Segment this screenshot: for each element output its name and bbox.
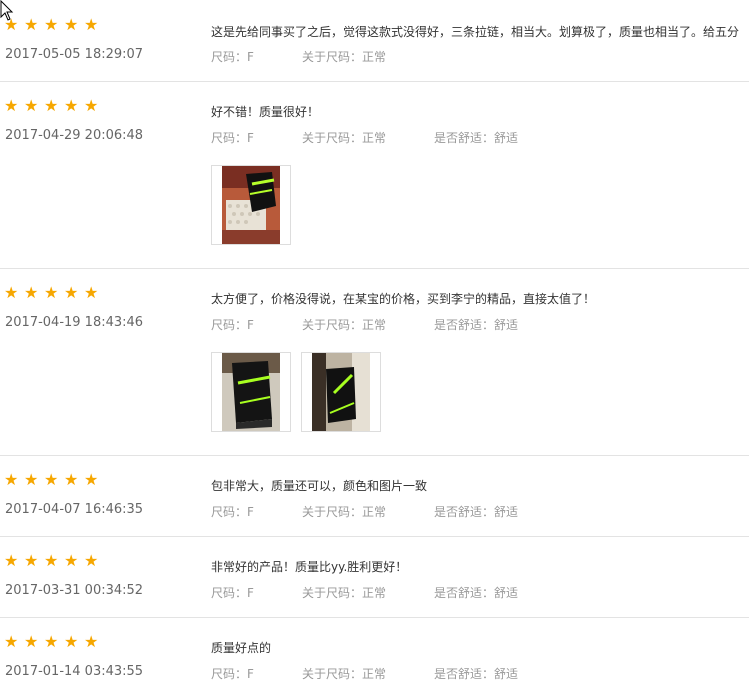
star-icon: ★ [44, 15, 59, 34]
review-photo-thumbnail[interactable] [211, 352, 291, 432]
fit-label: 关于尺码：正常 [302, 505, 387, 519]
star-icon: ★ [84, 283, 99, 302]
comfort-label: 是否舒适：舒适 [434, 318, 519, 332]
star-icon: ★ [84, 632, 99, 651]
comfort-label: 是否舒适：舒适 [434, 586, 519, 600]
star-icon: ★ [24, 15, 39, 34]
star-icon: ★ [44, 551, 59, 570]
star-icon: ★ [64, 15, 79, 34]
photo-image [222, 353, 280, 431]
star-icon: ★ [64, 632, 79, 651]
review-date: 2017-04-29 20:06:48 [5, 128, 144, 143]
review-date: 2017-04-07 16:46:35 [5, 502, 144, 517]
review-content: 太方便了，价格没得说，在某宝的价格，买到李宁的精品，直接太值了！ [211, 292, 596, 306]
rating-stars: ★ ★ ★ ★ ★ [4, 17, 100, 33]
review-date: 2017-04-19 18:43:46 [5, 315, 144, 330]
size-label: 尺码：F [211, 586, 254, 600]
size-label: 尺码：F [211, 667, 254, 681]
rating-stars: ★ ★ ★ ★ ★ [4, 98, 100, 114]
star-icon: ★ [4, 470, 19, 489]
star-icon: ★ [84, 15, 99, 34]
review-content: 包非常大，质量还可以，颜色和图片一致 [211, 479, 428, 493]
rating-stars: ★ ★ ★ ★ ★ [4, 634, 100, 650]
size-label: 尺码：F [211, 50, 254, 64]
photo-image [222, 166, 280, 244]
review-content: 这是先给同事买了之后，觉得这款式没得好，三条拉链，相当大。划算极了，质量也相当了… [211, 25, 740, 39]
review-content: 质量好点的 [211, 641, 272, 655]
review-content: 好不错！质量很好！ [211, 105, 320, 119]
star-icon: ★ [44, 470, 59, 489]
comfort-label: 是否舒适：舒适 [434, 505, 519, 519]
star-icon: ★ [64, 283, 79, 302]
review-photo-thumbnail[interactable] [301, 352, 381, 432]
review-photos [211, 352, 381, 432]
rating-stars: ★ ★ ★ ★ ★ [4, 553, 100, 569]
size-label: 尺码：F [211, 505, 254, 519]
star-icon: ★ [44, 283, 59, 302]
review-item: ★ ★ ★ ★ ★ 2017-03-31 00:34:52 非常好的产品！质量比… [0, 537, 749, 618]
review-date: 2017-01-14 03:43:55 [5, 664, 144, 679]
star-icon: ★ [24, 96, 39, 115]
star-icon: ★ [4, 632, 19, 651]
star-icon: ★ [4, 15, 19, 34]
comfort-label: 是否舒适：舒适 [434, 131, 519, 145]
star-icon: ★ [4, 551, 19, 570]
review-item: ★ ★ ★ ★ ★ 2017-05-05 18:29:07 这是先给同事买了之后… [0, 0, 749, 82]
size-label: 尺码：F [211, 318, 254, 332]
review-date: 2017-05-05 18:29:07 [5, 47, 144, 62]
star-icon: ★ [24, 470, 39, 489]
comfort-label: 是否舒适：舒适 [434, 667, 519, 681]
star-icon: ★ [24, 551, 39, 570]
size-label: 尺码：F [211, 131, 254, 145]
star-icon: ★ [4, 283, 19, 302]
fit-label: 关于尺码：正常 [302, 586, 387, 600]
star-icon: ★ [24, 632, 39, 651]
review-item: ★ ★ ★ ★ ★ 2017-01-14 03:43:55 质量好点的 尺码：F… [0, 618, 749, 695]
star-icon: ★ [64, 96, 79, 115]
photo-image [312, 353, 370, 431]
star-icon: ★ [64, 551, 79, 570]
review-item: ★ ★ ★ ★ ★ 2017-04-07 16:46:35 包非常大，质量还可以… [0, 456, 749, 537]
review-item: ★ ★ ★ ★ ★ 2017-04-19 18:43:46 太方便了，价格没得说… [0, 269, 749, 456]
star-icon: ★ [4, 96, 19, 115]
review-date: 2017-03-31 00:34:52 [5, 583, 144, 598]
review-content: 非常好的产品！质量比yy.胜利更好！ [211, 560, 408, 574]
rating-stars: ★ ★ ★ ★ ★ [4, 472, 100, 488]
review-photo-thumbnail[interactable] [211, 165, 291, 245]
star-icon: ★ [84, 470, 99, 489]
star-icon: ★ [84, 96, 99, 115]
star-icon: ★ [64, 470, 79, 489]
fit-label: 关于尺码：正常 [302, 50, 387, 64]
rating-stars: ★ ★ ★ ★ ★ [4, 285, 100, 301]
star-icon: ★ [84, 551, 99, 570]
fit-label: 关于尺码：正常 [302, 667, 387, 681]
fit-label: 关于尺码：正常 [302, 131, 387, 145]
star-icon: ★ [24, 283, 39, 302]
review-item: ★ ★ ★ ★ ★ 2017-04-29 20:06:48 好不错！质量很好！ … [0, 82, 749, 269]
star-icon: ★ [44, 632, 59, 651]
star-icon: ★ [44, 96, 59, 115]
review-photos [211, 165, 291, 245]
fit-label: 关于尺码：正常 [302, 318, 387, 332]
